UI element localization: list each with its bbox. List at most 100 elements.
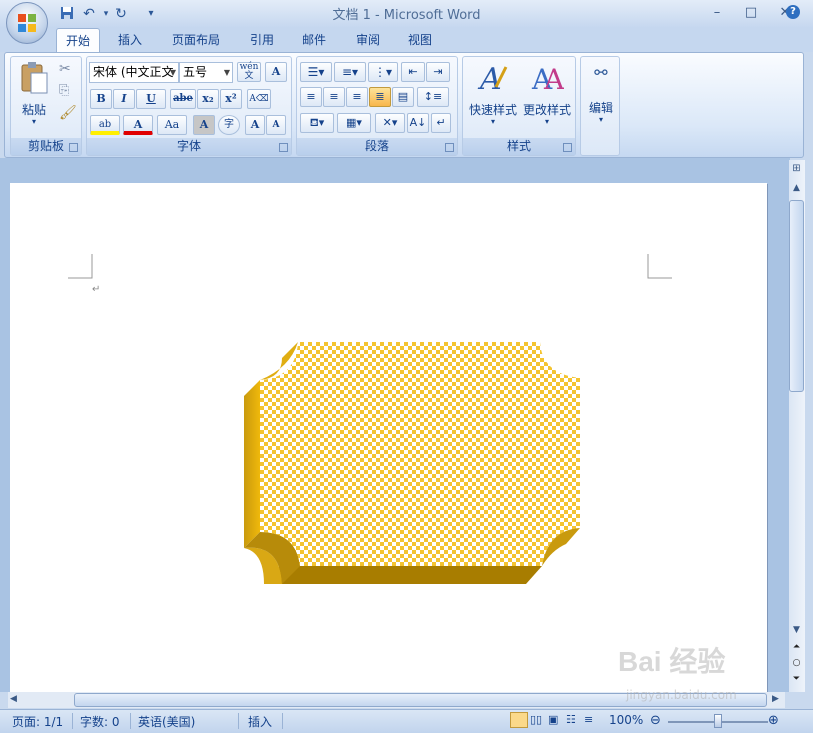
highlight-button[interactable]: ab	[90, 115, 120, 135]
bold-button[interactable]: B	[90, 89, 112, 109]
quick-styles-button[interactable]: A 快速样式 ▾	[465, 59, 521, 135]
paragraph-dialog-launcher-icon[interactable]	[445, 143, 454, 152]
status-separator	[282, 713, 283, 729]
office-logo-icon	[18, 14, 36, 32]
quick-styles-icon: A	[477, 62, 508, 95]
ruler-toggle-icon[interactable]: ⊞	[789, 163, 804, 177]
chevron-down-icon: ▼	[169, 68, 176, 77]
cut-icon[interactable]: ✂	[59, 61, 71, 77]
margin-corner-mark-left	[68, 254, 93, 279]
redo-icon[interactable]: ↻	[112, 5, 130, 23]
tab-references[interactable]: 引用	[240, 28, 284, 52]
office-button[interactable]	[6, 2, 48, 44]
help-icon[interactable]: ?	[786, 5, 800, 19]
watermark-url: jingyan.baidu.com	[626, 688, 737, 702]
zoom-out-icon[interactable]: ⊖	[650, 713, 661, 728]
font-size-select[interactable]: 五号 ▼	[179, 62, 233, 83]
plaque-shape[interactable]	[240, 338, 585, 588]
language-indicator[interactable]: 英语(美国)	[138, 713, 195, 730]
styles-dialog-launcher-icon[interactable]	[563, 143, 572, 152]
chinese-layout-icon[interactable]: ✕▾	[375, 113, 405, 133]
char-shading-button[interactable]: A	[193, 115, 215, 135]
tab-page-layout[interactable]: 页面布局	[164, 28, 228, 52]
zoom-in-icon[interactable]: ⊕	[768, 713, 779, 728]
scroll-down-icon[interactable]: ▼	[789, 625, 804, 639]
line-spacing-icon[interactable]: ↕≡	[417, 87, 449, 107]
underline-button[interactable]: U	[136, 89, 166, 109]
font-dialog-launcher-icon[interactable]	[279, 143, 288, 152]
justify-icon[interactable]: ≣	[369, 87, 391, 107]
chevron-down-icon: ▾	[490, 117, 495, 126]
copy-icon[interactable]: ⎘	[59, 83, 69, 98]
italic-button[interactable]: I	[113, 89, 135, 109]
customize-qat-icon[interactable]: ▾	[142, 5, 160, 23]
draft-view-icon[interactable]: ≡	[584, 713, 593, 726]
enclose-char-button[interactable]: 字	[218, 115, 240, 135]
font-name-select[interactable]: 宋体 (中文正文 ▼	[89, 62, 179, 83]
tab-mailings[interactable]: 邮件	[292, 28, 336, 52]
insert-mode[interactable]: 插入	[248, 713, 272, 730]
font-group-label: 字体	[87, 138, 291, 155]
distributed-icon[interactable]: ▤	[392, 87, 414, 107]
margin-corner-mark-right	[647, 254, 672, 279]
shrink-font-button[interactable]: A	[266, 115, 286, 135]
full-screen-reading-icon[interactable]: ▯▯	[530, 713, 542, 726]
change-styles-icon: A A	[531, 63, 564, 95]
numbering-icon[interactable]: ≡▾	[334, 62, 366, 82]
quick-styles-label: 快速样式	[468, 103, 517, 117]
zoom-level[interactable]: 100%	[609, 713, 643, 727]
show-marks-icon[interactable]: ↵	[431, 113, 451, 133]
clipboard-dialog-launcher-icon[interactable]	[69, 143, 78, 152]
subscript-button[interactable]: x₂	[197, 89, 219, 109]
format-painter-icon[interactable]: 🖌	[59, 105, 77, 121]
page-count[interactable]: 页面: 1/1	[12, 713, 63, 730]
font-name-value: 宋体 (中文正文	[93, 65, 174, 79]
editing-button[interactable]: ⚯ 编辑 ▾	[583, 59, 619, 135]
print-layout-view-icon[interactable]	[510, 712, 528, 728]
change-case-button[interactable]: Aa	[157, 115, 187, 135]
tab-review[interactable]: 审阅	[346, 28, 390, 52]
sort-icon[interactable]: A↓	[407, 113, 429, 133]
paste-dropdown-icon[interactable]: ▾	[15, 117, 53, 126]
clear-formatting-icon[interactable]: A⌫	[247, 89, 271, 109]
baidu-watermark: Bai 经验 jingyan.baidu.com	[618, 640, 798, 710]
chevron-down-icon: ▼	[223, 68, 230, 77]
status-separator	[72, 713, 73, 729]
scroll-left-icon[interactable]: ◀	[10, 694, 22, 704]
phonetic-guide-button[interactable]: wén 文	[237, 62, 261, 82]
borders-icon[interactable]: ▦▾	[337, 113, 371, 133]
status-separator	[238, 713, 239, 729]
font-color-button[interactable]: A	[123, 115, 153, 135]
font-size-value: 五号	[183, 65, 208, 79]
undo-icon[interactable]: ↶	[80, 5, 98, 23]
word-count[interactable]: 字数: 0	[80, 713, 120, 730]
shading-icon[interactable]: ⛾▾	[300, 113, 334, 133]
vertical-scroll-thumb[interactable]	[789, 200, 804, 392]
multilevel-list-icon[interactable]: ⋮▾	[368, 62, 398, 82]
increase-indent-icon[interactable]: ⇥	[426, 62, 450, 82]
superscript-button[interactable]: x²	[220, 89, 242, 109]
styles-group-label: 样式	[463, 138, 575, 155]
decrease-indent-icon[interactable]: ⇤	[401, 62, 425, 82]
minimize-button[interactable]: –	[706, 4, 728, 22]
paste-button[interactable]: 粘贴 ▾	[15, 59, 53, 133]
save-icon[interactable]	[58, 5, 76, 23]
tab-view[interactable]: 视图	[398, 28, 442, 52]
zoom-slider-thumb[interactable]	[714, 714, 722, 728]
grow-font-button[interactable]: A	[245, 115, 265, 135]
tab-home[interactable]: 开始	[56, 28, 100, 53]
scroll-up-icon[interactable]: ▲	[789, 183, 804, 197]
bullets-icon[interactable]: ☰▾	[300, 62, 332, 82]
align-right-icon[interactable]: ≡	[346, 87, 368, 107]
align-left-icon[interactable]: ≡	[300, 87, 322, 107]
outline-view-icon[interactable]: ☷	[566, 713, 576, 726]
char-border-button[interactable]: A	[265, 62, 287, 82]
strikethrough-button[interactable]: abe	[170, 89, 196, 109]
web-layout-icon[interactable]: ▣	[548, 713, 558, 726]
maximize-button[interactable]: □	[740, 4, 762, 22]
change-styles-button[interactable]: A A 更改样式 ▾	[519, 59, 575, 135]
align-center-icon[interactable]: ≡	[323, 87, 345, 107]
binoculars-icon: ⚯	[594, 63, 608, 82]
tab-insert[interactable]: 插入	[108, 28, 152, 52]
clipboard-group: 粘贴 ▾ ✂ ⎘ 🖌 剪贴板	[10, 56, 82, 156]
